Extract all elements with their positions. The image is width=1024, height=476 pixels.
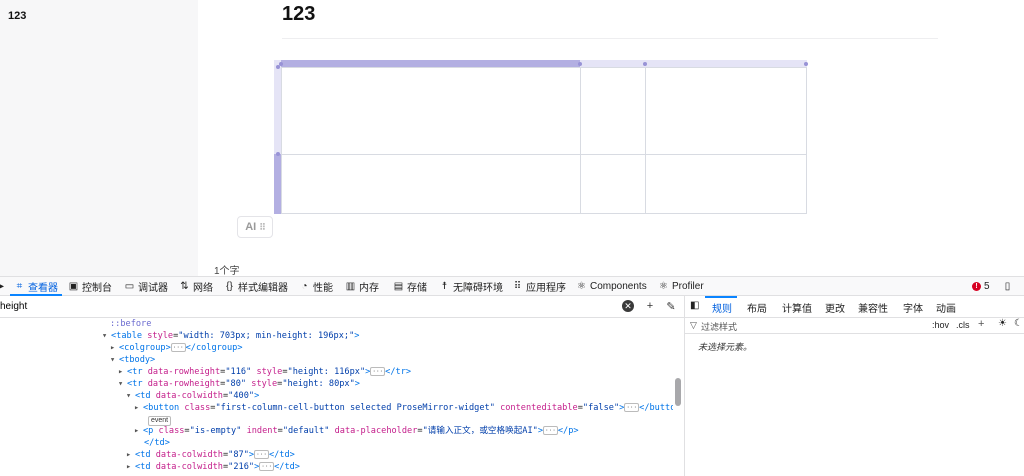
table-grid[interactable]: [281, 67, 807, 214]
error-counter[interactable]: ! 5: [972, 277, 990, 295]
column-divider: [580, 68, 581, 213]
ai-button-label: AI: [245, 221, 257, 233]
markup-line[interactable]: ▾ <table style="width: 703px; min-height:…: [102, 330, 359, 342]
sidebar-doc-title[interactable]: 123: [8, 10, 26, 22]
hov-toggle[interactable]: :hov: [932, 320, 949, 330]
markup-line[interactable]: ▸ <tr data-rowheight="116" style="height:…: [118, 366, 411, 378]
tab-console[interactable]: ▣ 控制台: [68, 277, 112, 295]
grip-dot[interactable]: [276, 152, 280, 156]
drag-handle-icon: ⠿: [259, 221, 266, 232]
rules-panel-tabs: ◧ 规则 布局 计算值 更改 兼容性 字体 动画: [685, 296, 1024, 318]
tab-performance[interactable]: ◔ 性能: [299, 277, 333, 295]
ellipsis-icon: ···: [170, 343, 186, 352]
tab-accessibility[interactable]: ☨ 无障碍环境: [439, 277, 503, 295]
tab-profiler[interactable]: ⚛ Profiler: [658, 277, 704, 295]
dark-theme-icon[interactable]: ☾: [1014, 318, 1023, 329]
dock-icon[interactable]: ▯: [1002, 277, 1013, 295]
application-icon: ⠿: [513, 280, 522, 292]
tab-network[interactable]: ⇅ 网络: [179, 277, 213, 295]
grip-dot[interactable]: [804, 62, 808, 66]
markup-line[interactable]: ▸ <button class="first-column-cell-button…: [134, 402, 673, 414]
tab-layout[interactable]: 布局: [747, 300, 767, 315]
filter-styles-input[interactable]: 过滤样式: [701, 320, 737, 333]
markup-view[interactable]: ::before ▾ <table style="width: 703px; mi…: [0, 318, 673, 476]
row-grip-1[interactable]: [274, 60, 281, 154]
markup-line[interactable]: ▸ <colgroup> ··· </colgroup>: [110, 342, 243, 354]
toggle-sidebar-icon[interactable]: ◧: [690, 300, 699, 311]
add-node-icon[interactable]: +: [643, 299, 657, 313]
tab-computed[interactable]: 计算值: [782, 300, 812, 315]
markup-scrollbar[interactable]: [675, 378, 681, 406]
accessibility-icon: ☨: [441, 280, 448, 292]
column-grip-1[interactable]: [281, 60, 580, 67]
tab-style-editor[interactable]: {} 样式编辑器: [224, 277, 288, 295]
markup-line[interactable]: ▾ <tbody>: [110, 354, 155, 366]
inspector-icon: ⌗: [16, 280, 23, 292]
document-editor: 123 AI ⠿ 1个字: [198, 0, 1024, 277]
no-element-selected: 未选择元素。: [698, 342, 753, 352]
column-grip-2[interactable]: [580, 60, 645, 67]
performance-icon: ◔: [301, 280, 308, 292]
markup-line[interactable]: ▾ <td data-colwidth="400">: [126, 390, 259, 402]
tab-changes[interactable]: 更改: [825, 300, 845, 315]
ellipsis-icon: ···: [543, 426, 558, 435]
style-filter-row: ▽ 过滤样式 :hov .cls + ☀ ☾: [685, 318, 1024, 334]
tab-compatibility[interactable]: 兼容性: [858, 300, 888, 315]
grip-dot[interactable]: [578, 62, 582, 66]
tab-application[interactable]: ⠿ 应用程序: [512, 277, 566, 295]
style-editor-icon: {}: [226, 280, 233, 292]
eyedropper-icon[interactable]: ✎: [664, 299, 678, 313]
ellipsis-icon: ···: [624, 403, 640, 412]
column-grip-3[interactable]: [645, 60, 807, 67]
markup-line[interactable]: ▸ <p class="is-empty" indent="default" da…: [134, 425, 579, 437]
active-tab-indicator: [705, 296, 737, 298]
error-icon: !: [972, 281, 981, 291]
tab-inspector[interactable]: ⌗ 查看器: [10, 277, 62, 296]
memory-icon: ▥: [345, 280, 356, 292]
grip-dot[interactable]: [276, 65, 280, 69]
title-divider: [282, 38, 938, 39]
pick-element-icon[interactable]: ▸: [0, 277, 7, 295]
page-title[interactable]: 123: [282, 3, 315, 26]
word-count: 1个字: [214, 266, 240, 277]
tab-fonts[interactable]: 字体: [903, 300, 923, 315]
markup-line[interactable]: </td>: [144, 437, 170, 449]
debugger-icon: ▭: [124, 280, 135, 292]
row-divider: [282, 154, 806, 155]
filter-icon: ▽: [690, 320, 697, 330]
ellipsis-icon: ···: [370, 367, 386, 376]
editor-table: [274, 60, 808, 216]
tab-debugger[interactable]: ▭ 调试器: [124, 277, 168, 295]
tab-rules[interactable]: 规则: [712, 300, 732, 315]
markup-line[interactable]: ▸ <td data-colwidth="216"> ··· </td>: [126, 461, 300, 473]
doc-sidebar: 123: [0, 0, 198, 276]
markup-line[interactable]: ▸ <td data-colwidth="87"> ··· </td>: [126, 449, 295, 461]
cls-toggle[interactable]: .cls: [956, 320, 970, 330]
markup-line[interactable]: ::before: [110, 318, 151, 330]
tab-memory[interactable]: ▥ 内存: [345, 277, 379, 295]
network-icon: ⇅: [180, 280, 189, 292]
search-input[interactable]: [0, 298, 600, 314]
markup-search-bar: ✕ + ✎: [0, 296, 684, 318]
console-icon: ▣: [68, 280, 79, 292]
light-theme-icon[interactable]: ☀: [998, 318, 1007, 329]
react-icon: ⚛: [577, 280, 586, 292]
markup-line[interactable]: ▾ <tr data-rowheight="80" style="height: …: [118, 378, 360, 390]
tab-storage[interactable]: ▤ 存储: [393, 277, 427, 295]
column-divider: [645, 68, 646, 213]
ai-button[interactable]: AI ⠿: [237, 216, 273, 238]
ellipsis-icon: ···: [259, 462, 275, 471]
storage-icon: ▤: [393, 280, 404, 292]
clear-search-icon[interactable]: ✕: [622, 300, 634, 312]
grip-dot[interactable]: [643, 62, 647, 66]
react-icon: ⚛: [659, 280, 668, 292]
tab-animations[interactable]: 动画: [936, 300, 956, 315]
tab-components[interactable]: ⚛ Components: [576, 277, 647, 295]
ellipsis-icon: ···: [254, 450, 269, 459]
devtools-toolbar: ▸ ⌗ 查看器 ▣ 控制台 ▭ 调试器 ⇅ 网络 {} 样式编辑器 ◔ 性能 ▥ 内存 ▤ 存储…: [0, 276, 1024, 296]
add-rule-icon[interactable]: +: [978, 318, 984, 330]
row-grip-2[interactable]: [274, 154, 281, 214]
